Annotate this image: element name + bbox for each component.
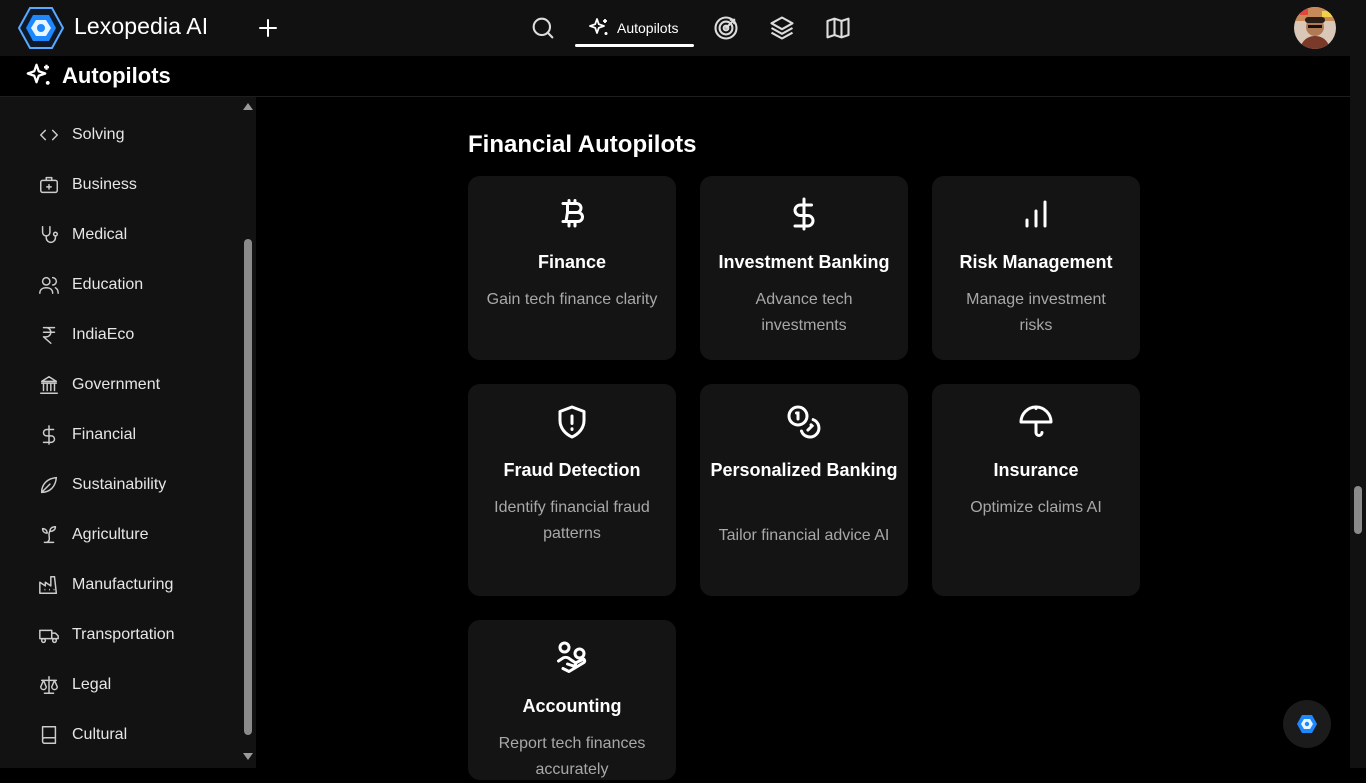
- sidebar-item-sustainability[interactable]: Sustainability: [0, 460, 240, 510]
- truck-icon: [39, 629, 59, 644]
- page-scrollbar[interactable]: [1350, 56, 1366, 768]
- autopilot-card-fraud-detection[interactable]: Fraud Detection Identify financial fraud…: [468, 384, 676, 596]
- page-scrollbar-thumb[interactable]: [1354, 486, 1362, 534]
- book-icon: [41, 726, 57, 744]
- sidebar-scrollbar[interactable]: [240, 97, 256, 768]
- sidebar-item-label: Sustainability: [72, 476, 167, 493]
- stethoscope-icon: [41, 226, 58, 243]
- card-title: Accounting: [522, 696, 622, 716]
- sparkles-icon: [589, 18, 608, 35]
- app-logo-icon[interactable]: [18, 6, 64, 50]
- dollar-icon: [42, 425, 56, 445]
- layers-icon[interactable]: [768, 14, 796, 42]
- main-content: Financial Autopilots Finance Gain tech f…: [256, 97, 1350, 780]
- card-description: Report tech finances accurately: [498, 735, 646, 778]
- card-title: Investment Banking: [718, 252, 890, 272]
- app-logo-icon: [1297, 715, 1317, 733]
- page-title: Autopilots: [62, 63, 171, 88]
- users-icon: [39, 276, 59, 294]
- sidebar-item-education[interactable]: Education: [0, 260, 240, 310]
- assistant-fab-button[interactable]: [1283, 700, 1331, 748]
- card-description: Manage investment risks: [966, 291, 1106, 334]
- card-title: Risk Management: [959, 252, 1113, 272]
- card-description: Gain tech finance clarity: [486, 291, 658, 308]
- sidebar-item-label: Cultural: [72, 726, 128, 743]
- map-icon[interactable]: [824, 14, 852, 42]
- bitcoin-icon: [561, 199, 584, 228]
- bar-chart-icon: [1025, 200, 1047, 228]
- sidebar-item-label: Solving: [72, 126, 125, 143]
- section-title: Financial Autopilots: [468, 131, 697, 158]
- coins-icon: [787, 405, 821, 439]
- sidebar-item-manufacturing[interactable]: Manufacturing: [0, 560, 240, 610]
- card-title: Insurance: [993, 460, 1079, 480]
- autopilot-card-risk-management[interactable]: Risk Management Manage investment risks: [932, 176, 1140, 360]
- autopilot-card-investment-banking[interactable]: Investment Banking Advance tech investme…: [700, 176, 908, 360]
- sidebar-scrollbar-thumb[interactable]: [244, 239, 252, 735]
- sparkles-icon: [24, 61, 54, 91]
- scroll-up-arrow-icon[interactable]: [243, 103, 253, 110]
- sidebar-item-label: Government: [72, 376, 161, 393]
- autopilot-card-personalized-banking[interactable]: Personalized Banking Tailor financial ad…: [700, 384, 908, 596]
- sidebar: Solving Business Medical Education India…: [0, 97, 256, 768]
- factory-icon: [39, 576, 58, 594]
- new-chat-button[interactable]: [256, 16, 280, 40]
- tab-autopilots-label: Autopilots: [617, 20, 679, 36]
- sidebar-item-solving[interactable]: Solving: [0, 110, 240, 160]
- autopilot-card-finance[interactable]: Finance Gain tech finance clarity: [468, 176, 676, 360]
- tab-autopilots[interactable]: Autopilots: [575, 8, 694, 48]
- hand-coins-icon: [557, 641, 587, 673]
- card-title: Fraud Detection: [503, 460, 641, 480]
- app-title[interactable]: Lexopedia AI: [74, 13, 208, 40]
- shield-alert-icon: [558, 405, 586, 439]
- card-description: Optimize claims AI: [970, 499, 1102, 516]
- scroll-down-arrow-icon[interactable]: [243, 753, 253, 760]
- sidebar-item-label: Education: [72, 276, 144, 293]
- sidebar-item-label: Medical: [72, 226, 128, 243]
- leaf-icon: [40, 476, 58, 494]
- sub-header: Autopilots: [0, 56, 1350, 97]
- sidebar-item-label: Transportation: [72, 626, 175, 643]
- target-icon[interactable]: [712, 14, 740, 42]
- card-title: Personalized Banking: [710, 460, 898, 480]
- umbrella-icon: [1019, 405, 1053, 437]
- card-description: Tailor financial advice AI: [718, 527, 890, 544]
- user-avatar[interactable]: [1294, 7, 1336, 49]
- sidebar-item-label: IndiaEco: [72, 326, 135, 343]
- sidebar-item-indiaeco[interactable]: IndiaEco: [0, 310, 240, 360]
- sidebar-item-cultural[interactable]: Cultural: [0, 710, 240, 760]
- sidebar-item-agriculture[interactable]: Agriculture: [0, 510, 240, 560]
- sidebar-item-government[interactable]: Government: [0, 360, 240, 410]
- code-icon: [40, 129, 58, 141]
- card-description: Identify financial fraud patterns: [494, 499, 650, 542]
- card-title: Finance: [537, 252, 607, 272]
- sidebar-item-transportation[interactable]: Transportation: [0, 610, 240, 660]
- sidebar-item-label: Agriculture: [72, 526, 149, 543]
- sidebar-item-legal[interactable]: Legal: [0, 660, 240, 710]
- sidebar-item-financial[interactable]: Financial: [0, 410, 240, 460]
- sidebar-item-label: Business: [72, 176, 137, 193]
- autopilot-card-accounting[interactable]: Accounting Report tech finances accurate…: [468, 620, 676, 780]
- briefcase-medical-icon: [40, 176, 58, 194]
- search-icon[interactable]: [529, 14, 557, 42]
- sidebar-item-medical[interactable]: Medical: [0, 210, 240, 260]
- active-tab-indicator: [575, 44, 694, 47]
- sidebar-item-label: Manufacturing: [72, 576, 174, 593]
- sidebar-item-label: Financial: [72, 426, 137, 443]
- autopilot-card-insurance[interactable]: Insurance Optimize claims AI: [932, 384, 1140, 596]
- top-bar: Lexopedia AI Autopilots: [0, 0, 1366, 56]
- dollar-sign-icon: [793, 197, 815, 231]
- scale-icon: [40, 676, 58, 694]
- landmark-icon: [40, 376, 58, 394]
- sidebar-item-label: Legal: [72, 676, 112, 693]
- sidebar-item-business[interactable]: Business: [0, 160, 240, 210]
- rupee-icon: [42, 326, 56, 344]
- card-description: Advance tech investments: [755, 291, 853, 334]
- sprout-icon: [41, 526, 57, 544]
